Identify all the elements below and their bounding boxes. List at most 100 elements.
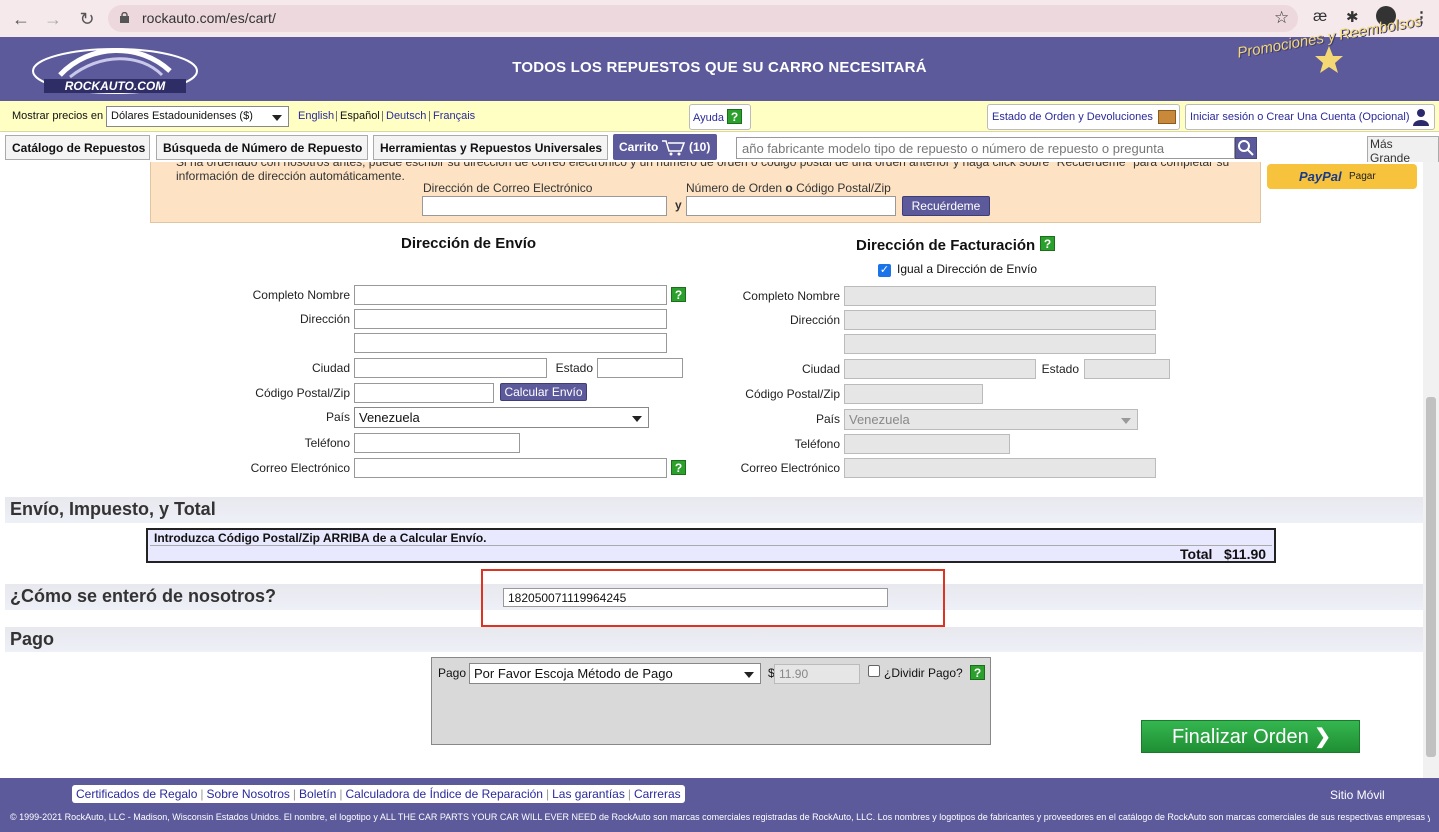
currency-select[interactable]: Dólares Estadounidenses ($) — [106, 106, 289, 127]
ship-zip-label: Código Postal/Zip — [255, 386, 350, 400]
ship-country-select[interactable]: Venezuela — [354, 407, 649, 428]
ship-state-label: Estado — [555, 361, 593, 375]
ship-name-label: Completo Nombre — [252, 288, 350, 302]
payment-method-value: Por Favor Escoja Método de Pago — [474, 666, 673, 681]
ship-address2-input[interactable] — [354, 333, 667, 353]
billing-title: Dirección de Facturación — [856, 237, 1036, 254]
login-label: Iniciar sesión o Crear Una Cuenta (Opcio… — [1190, 111, 1410, 123]
bill-country-value: Venezuela — [849, 412, 910, 427]
bill-zip-input[interactable] — [844, 384, 983, 404]
footer-link-gift-certificates[interactable]: Certificados de Regalo — [76, 787, 197, 801]
totals-section-title: Envío, Impuesto, y Total — [5, 497, 1423, 523]
bookmark-star-icon[interactable]: ☆ — [1274, 8, 1289, 28]
chevron-down-icon — [1121, 418, 1131, 424]
forward-arrow-icon[interactable]: → — [42, 8, 64, 30]
footer-link-warranties[interactable]: Las garantías — [552, 787, 625, 801]
bill-email-input[interactable] — [844, 458, 1156, 478]
recall-email-input[interactable] — [422, 196, 667, 216]
payment-box: Pago Por Favor Escoja Método de Pago $ 1… — [431, 657, 991, 745]
chevron-down-icon — [272, 115, 282, 121]
recall-email-label: Dirección de Correo Electrónico — [423, 181, 593, 195]
utility-bar: Mostrar precios en Dólares Estadounidens… — [0, 101, 1439, 132]
ship-name-input[interactable] — [354, 285, 667, 305]
ship-phone-label: Teléfono — [304, 436, 350, 450]
bill-address2-input[interactable] — [844, 334, 1156, 354]
bill-name-input[interactable] — [844, 286, 1156, 306]
paypal-button[interactable]: PayPal Pagar — [1267, 164, 1417, 189]
ship-country-value: Venezuela — [359, 410, 420, 425]
footer-link-about[interactable]: Sobre Nosotros — [207, 787, 290, 801]
payment-amount-input[interactable]: 11.90 — [774, 664, 860, 684]
ship-email-label: Correo Electrónico — [250, 461, 350, 475]
cart-label: Carrito — [619, 140, 659, 154]
payment-section-title: Pago — [5, 627, 1423, 652]
bill-address-input[interactable] — [844, 310, 1156, 330]
bill-country-label: País — [815, 412, 840, 426]
question-icon[interactable]: ? — [970, 665, 985, 680]
paypal-label: PayPal — [1299, 169, 1342, 184]
bill-city-label: Ciudad — [801, 362, 840, 376]
help-button[interactable]: Ayuda ? — [689, 104, 751, 130]
search-button[interactable] — [1235, 137, 1257, 159]
scrollbar-thumb[interactable] — [1426, 397, 1436, 757]
divider: | — [335, 110, 338, 122]
bill-address-label: Dirección — [789, 313, 840, 327]
bill-phone-label: Teléfono — [794, 437, 840, 451]
ship-zip-input[interactable] — [354, 383, 494, 403]
same-as-shipping-checkbox[interactable]: ✓ — [878, 264, 891, 277]
currency-value: Dólares Estadounidenses ($) — [111, 110, 253, 122]
finalize-order-button[interactable]: Finalizar Orden ❯ — [1141, 720, 1360, 753]
lang-deutsch[interactable]: Deutsch — [386, 110, 426, 122]
login-button[interactable]: Iniciar sesión o Crear Una Cuenta (Opcio… — [1185, 104, 1435, 130]
payment-label: Pago — [438, 666, 467, 680]
recall-order-label-a: Número de Orden — [686, 181, 786, 195]
chevron-down-icon — [632, 416, 642, 422]
lang-english[interactable]: English — [298, 110, 334, 122]
tab-catalog[interactable]: Catálogo de Repuestos — [5, 135, 150, 160]
page-scrollbar[interactable] — [1423, 162, 1439, 778]
cart-icon — [662, 140, 685, 156]
question-icon[interactable]: ? — [671, 287, 686, 302]
address-bar[interactable]: rockauto.com/es/cart/ ☆ — [108, 5, 1298, 32]
footer-link-careers[interactable]: Carreras — [634, 787, 681, 801]
ship-state-input[interactable] — [597, 358, 683, 378]
bill-phone-input[interactable] — [844, 434, 1010, 454]
copyright-text: © 1999-2021 RockAuto, LLC - Madison, Wis… — [10, 812, 1430, 822]
recall-instructions: Si ha ordenado con nosotros antes, puede… — [176, 162, 1230, 183]
chevron-down-icon — [744, 672, 754, 678]
question-icon[interactable]: ? — [1040, 236, 1055, 251]
payment-method-select[interactable]: Por Favor Escoja Método de Pago — [469, 663, 761, 684]
remember-me-button[interactable]: Recuérdeme — [902, 196, 990, 216]
lang-espanol[interactable]: Español — [340, 110, 380, 122]
tab-part-search[interactable]: Búsqueda de Número de Repuesto — [156, 135, 368, 160]
site-header: ROCKAUTO.COM TODOS LOS REPUESTOS QUE SU … — [0, 13, 1439, 101]
shipping-title: Dirección de Envío — [401, 235, 537, 252]
calculate-shipping-button[interactable]: Calcular Envío — [500, 383, 587, 401]
footer-link-newsletter[interactable]: Boletín — [299, 787, 336, 801]
tab-cart[interactable]: Carrito (10) — [613, 134, 717, 160]
ship-phone-input[interactable] — [354, 433, 520, 453]
ship-address-input[interactable] — [354, 309, 667, 329]
extension-ae-icon[interactable]: æ — [1313, 8, 1327, 26]
mobile-site-link[interactable]: Sitio Móvil — [1330, 788, 1385, 802]
ship-email-input[interactable] — [354, 458, 667, 478]
split-payment-checkbox[interactable] — [868, 665, 880, 677]
divider — [150, 545, 1272, 546]
paypal-action: Pagar — [1349, 171, 1376, 182]
search-input[interactable]: año fabricante modelo tipo de repuesto o… — [736, 137, 1235, 159]
user-icon — [1413, 109, 1429, 126]
bill-email-label: Correo Electrónico — [740, 461, 840, 475]
recall-order-input[interactable] — [686, 196, 896, 216]
tab-tools[interactable]: Herramientas y Repuestos Universales — [373, 135, 608, 160]
footer-link-repair-calculator[interactable]: Calculadora de Índice de Reparación — [346, 787, 543, 801]
svg-text:ROCKAUTO.COM: ROCKAUTO.COM — [65, 79, 166, 93]
back-arrow-icon[interactable]: ← — [10, 8, 32, 30]
order-status-button[interactable]: Estado de Orden y Devoluciones — [987, 104, 1180, 130]
bill-country-select[interactable]: Venezuela — [844, 409, 1138, 430]
help-label: Ayuda — [693, 112, 724, 124]
question-icon[interactable]: ? — [671, 460, 686, 475]
bill-state-input[interactable] — [1084, 359, 1170, 379]
recall-order-label-b: Código Postal/Zip — [792, 181, 891, 195]
reload-icon[interactable]: ↻ — [76, 8, 98, 30]
lang-francais[interactable]: Français — [433, 110, 475, 122]
